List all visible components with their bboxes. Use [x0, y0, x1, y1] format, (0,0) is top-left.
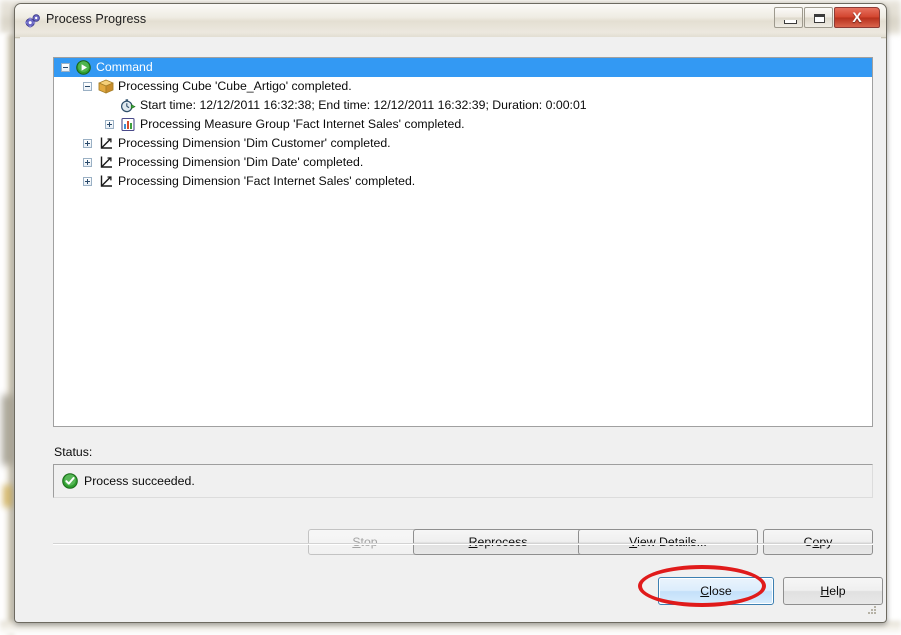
- tree-row-label: Start time: 12/12/2011 16:32:38; End tim…: [140, 98, 587, 112]
- minimize-icon: [784, 20, 797, 24]
- background-left-edge: [0, 34, 14, 635]
- tree-row-label: Processing Measure Group 'Fact Internet …: [140, 117, 465, 131]
- dialog-titlebar[interactable]: Process Progress X: [15, 4, 886, 38]
- bar-chart-icon: [120, 117, 136, 132]
- success-check-icon: [62, 473, 78, 489]
- copy-button-label: Copy: [803, 535, 833, 549]
- tree-row-label: Processing Dimension 'Fact Internet Sale…: [118, 174, 416, 188]
- tree-row-timing[interactable]: Start time: 12/12/2011 16:32:38; End tim…: [54, 96, 872, 115]
- close-window-button[interactable]: X: [834, 7, 880, 28]
- tree-row-label: Command: [96, 60, 153, 74]
- view-details-button-label: View Details...: [629, 535, 707, 549]
- tree-row-cube[interactable]: Processing Cube 'Cube_Artigo' completed.: [54, 77, 872, 96]
- stopwatch-icon: [120, 98, 136, 113]
- tree-row-label: Processing Cube 'Cube_Artigo' completed.: [118, 79, 352, 93]
- view-details-button[interactable]: View Details...: [578, 529, 758, 555]
- dimension-axes-icon: [98, 155, 114, 170]
- progress-tree-view[interactable]: Command Processing Cube 'Cube_Artigo' co…: [53, 57, 873, 427]
- dialog-client-area: Command Processing Cube 'Cube_Artigo' co…: [20, 37, 883, 618]
- copy-button[interactable]: Copy: [763, 529, 873, 555]
- window-title: Process Progress: [46, 12, 147, 26]
- tree-row-dimension-dim-customer[interactable]: Processing Dimension 'Dim Customer' comp…: [54, 134, 872, 153]
- maximize-button[interactable]: [804, 7, 833, 28]
- dimension-axes-icon: [98, 136, 114, 151]
- tree-row-dimension-dim-date[interactable]: Processing Dimension 'Dim Date' complete…: [54, 153, 872, 172]
- expander-plus-icon[interactable]: [105, 120, 114, 129]
- gear-icon: [24, 12, 42, 30]
- footer-separator: [53, 543, 873, 545]
- background-blurred-shape: [3, 485, 12, 507]
- maximize-icon: [814, 14, 825, 23]
- expander-plus-icon[interactable]: [83, 177, 92, 186]
- help-button-label: Help: [820, 584, 846, 598]
- dimension-axes-icon: [98, 174, 114, 189]
- green-play-icon: [76, 60, 92, 75]
- minimize-button[interactable]: [774, 7, 803, 28]
- stop-button[interactable]: Stop: [308, 529, 422, 555]
- cube-icon: [98, 79, 114, 94]
- stop-button-label: Stop: [352, 535, 378, 549]
- tree-row-dimension-fact-internet-sales[interactable]: Processing Dimension 'Fact Internet Sale…: [54, 172, 872, 191]
- expander-plus-icon[interactable]: [83, 158, 92, 167]
- status-panel: Process succeeded.: [53, 464, 873, 498]
- reprocess-button[interactable]: Reprocess: [413, 529, 583, 555]
- expander-minus-icon[interactable]: [61, 63, 70, 72]
- close-icon: X: [852, 9, 862, 25]
- status-message: Process succeeded.: [84, 474, 195, 488]
- close-button[interactable]: Close: [658, 577, 774, 605]
- background-bottom-edge: [0, 621, 901, 635]
- resize-grip-icon[interactable]: [865, 603, 878, 616]
- help-button[interactable]: Help: [783, 577, 883, 605]
- window-controls: X: [774, 7, 880, 28]
- tree-row-label: Processing Dimension 'Dim Date' complete…: [118, 155, 364, 169]
- status-label: Status:: [54, 445, 93, 459]
- process-progress-dialog: Process Progress X Command Processing Cu…: [14, 3, 887, 623]
- reprocess-button-label: Reprocess: [468, 535, 528, 549]
- close-button-label: Close: [700, 584, 732, 598]
- expander-minus-icon[interactable]: [83, 82, 92, 91]
- tree-row-label: Processing Dimension 'Dim Customer' comp…: [118, 136, 391, 150]
- expander-plus-icon[interactable]: [83, 139, 92, 148]
- tree-row-measure-group[interactable]: Processing Measure Group 'Fact Internet …: [54, 115, 872, 134]
- background-blurred-shape: [2, 395, 12, 465]
- tree-row-command[interactable]: Command: [54, 58, 872, 77]
